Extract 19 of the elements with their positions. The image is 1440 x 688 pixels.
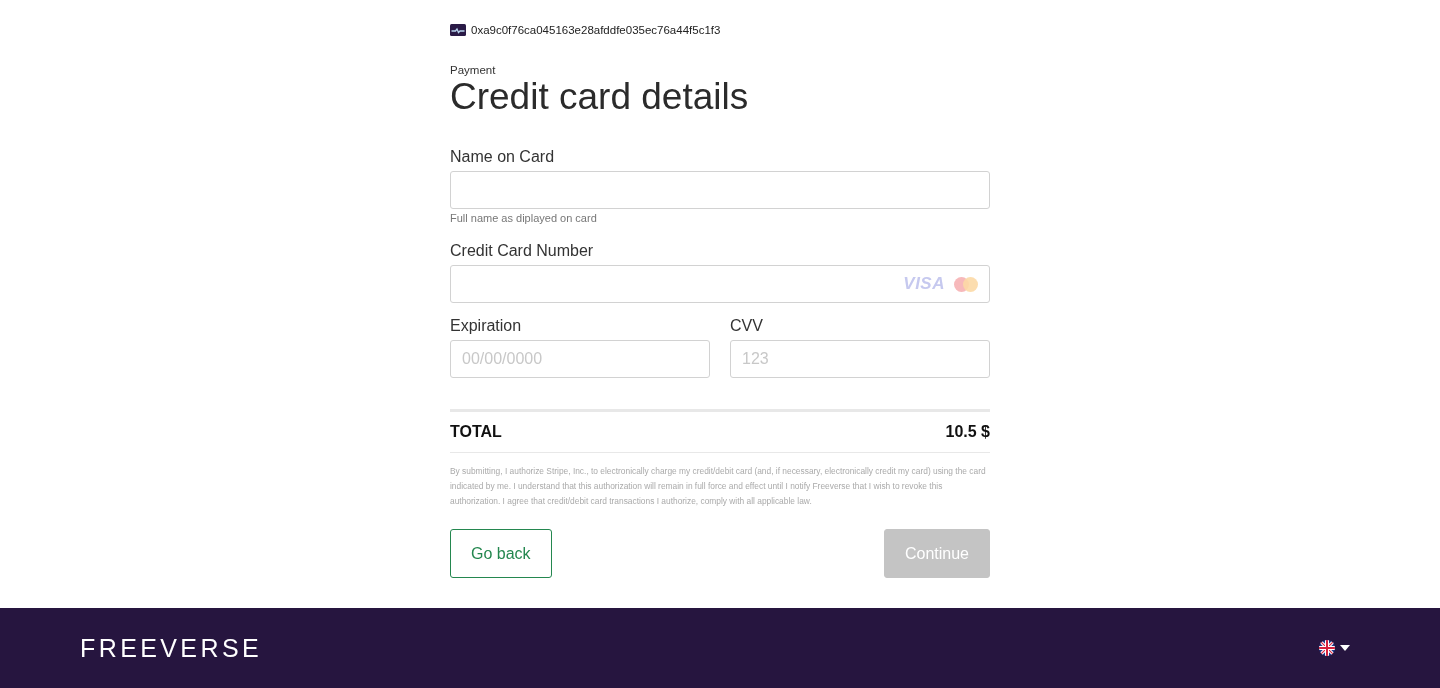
flag-icon[interactable] [1319,640,1335,656]
section-label: Payment [450,63,496,77]
field-label: Credit Card Number [450,241,594,261]
card-brand-circles-icon [954,276,978,292]
field-label: Name on Card [450,147,555,167]
total-label: TOTAL [450,423,502,441]
card-number-field[interactable]: VISA [450,265,990,303]
page-title: Credit card details [450,77,749,117]
caret-icon[interactable] [1340,645,1350,651]
total-amount: 10.5 $ [945,423,990,441]
field-label: CVV [730,316,763,336]
wallet-icon [450,24,466,36]
wallet-address: 0xa9c0f76ca045163e28afddfe035ec76a44f5c1f3 [471,23,721,37]
back-button[interactable]: Go back [450,529,552,578]
input-field[interactable] [450,171,990,209]
field-label: Expiration [450,316,522,336]
brand-logo: FREEVERSE [80,634,263,662]
field-hint: Full name as diplayed on card [450,211,597,225]
visa-logo: VISA [903,274,945,294]
